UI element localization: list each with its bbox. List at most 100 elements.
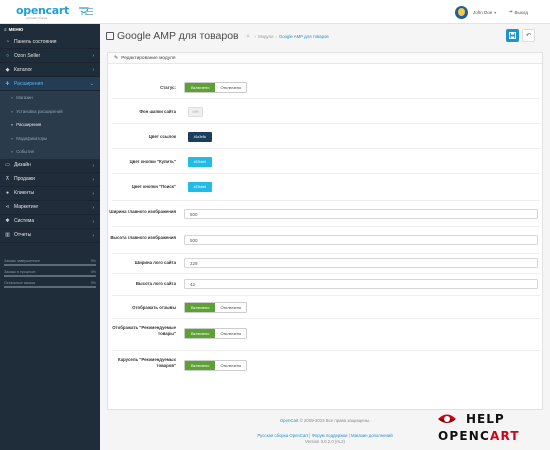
carousel-label: Карусель "Рекомендуемых товаров" [118, 357, 176, 368]
bg-color-swatch[interactable]: #ffffff [188, 107, 203, 117]
sidebar-item-label: Расширения [14, 80, 44, 87]
bar-chart-icon: ▥ [5, 232, 10, 238]
user-name[interactable]: John Doe [473, 10, 492, 15]
sidebar-item-catalog[interactable]: ◆ Каталог › [0, 63, 100, 77]
bg-color-label: Фон шапки сайта [139, 109, 176, 114]
sidebar-item-label: Ozon Seller [14, 52, 41, 59]
stat-value: 0% [90, 259, 96, 263]
main-content: Google AMP для товаров ⌂ › Модули › Goog… [100, 24, 550, 450]
footer-separator: | [348, 433, 350, 438]
sidebar-item-label: Панель состояния [14, 38, 57, 45]
link-color-label: Цвет ссылок [148, 134, 176, 139]
stat-other: Остальные заказы 0% [4, 281, 96, 288]
copyright-text: © 2009-2023 Все права защищены. [299, 418, 371, 423]
menu-title: МЕНЮ [8, 27, 24, 32]
toggle-off[interactable]: Отключено [215, 361, 247, 370]
module-icon [106, 32, 114, 40]
submenu-item-events[interactable]: » События [0, 145, 100, 159]
sidebar-item-marketing[interactable]: ⋖ Маркетинг › [0, 201, 100, 215]
recommended-toggle[interactable]: Включено Отключено [184, 328, 248, 339]
addons-store-link[interactable]: Магазин дополнений [351, 433, 393, 438]
page-header: Google AMP для товаров ⌂ › Модули › Goog… [100, 24, 550, 50]
sidebar-item-system[interactable]: ✱ Система › [0, 215, 100, 229]
edit-panel: ✎ Редактирование модуля Статус: Включено … [107, 52, 543, 410]
extensions-submenu: » Магазин » Установка расширений » Расширен… [0, 91, 100, 159]
input-value: 500 [190, 211, 198, 217]
submenu-item-store[interactable]: » Магазин [0, 91, 100, 105]
help-text: HELP [466, 412, 505, 426]
chevron-down-icon[interactable]: ▾ [494, 10, 496, 15]
divider [112, 295, 540, 296]
submenu-item-modifications[interactable]: » Модификаторы [0, 132, 100, 146]
opencart-logo[interactable]: opencart русская сборка [16, 4, 89, 20]
toggle-on[interactable]: Включено [185, 329, 216, 338]
submenu-item-installer[interactable]: » Установка расширений [0, 105, 100, 119]
save-button[interactable] [506, 29, 519, 42]
avatar[interactable] [455, 5, 468, 19]
reviews-label: Отображать отзывы [132, 305, 176, 310]
tag-icon: ◆ [5, 66, 10, 73]
carousel-toggle[interactable]: Включено Отключено [184, 360, 248, 371]
recommended-label: Отображать "Рекомендуемые товары" [112, 325, 176, 336]
logo-width-label: Ширина лого сайта [134, 260, 176, 265]
back-button[interactable]: ↶ [522, 29, 535, 42]
submenu-label: События [16, 149, 34, 155]
logo-height-input[interactable]: 42 [184, 279, 538, 289]
main-height-input[interactable]: 500 [184, 235, 538, 245]
sidebar-item-ozon[interactable]: ○ Ozon Seller › [0, 49, 100, 63]
chevron-right-icon: › [92, 204, 94, 211]
divider [112, 173, 540, 174]
sidebar-item-customers[interactable]: ● Клиенты › [0, 187, 100, 201]
pencil-icon: ✎ [114, 55, 119, 61]
sidebar-item-dashboard[interactable]: ◔ Панель состояния [0, 35, 100, 49]
ru-build-link[interactable]: Русская сборка OpenCart [257, 433, 308, 438]
logo-width-input[interactable]: 229 [184, 258, 538, 268]
hamburger-icon: ≡ [4, 27, 7, 32]
toggle-off[interactable]: Отключено [215, 329, 247, 338]
divider [112, 148, 540, 149]
toggle-on[interactable]: Включено [185, 361, 216, 370]
toggle-off[interactable]: Отключено [215, 83, 247, 92]
status-toggle[interactable]: Включено Отключено [184, 82, 248, 93]
buy-color-label: Цвет кнопки "Купить" [129, 159, 176, 164]
breadcrumb-modules[interactable]: Модули [258, 34, 273, 39]
sidebar-item-sales[interactable]: ⊼ Продажи › [0, 173, 100, 187]
breadcrumb-current[interactable]: Google AMP для товаров [279, 34, 329, 39]
opencart-text: OPENCART [438, 429, 520, 443]
logo-height-label: Высота лого сайта [135, 281, 176, 286]
reviews-toggle[interactable]: Включено Отключено [184, 302, 248, 313]
sidebar-item-extensions[interactable]: ✚ Расширения ⌄ [0, 77, 100, 91]
buy-color-swatch[interactable]: #22bbe6 [188, 157, 212, 167]
share-icon: ⋖ [5, 204, 10, 210]
stat-processing: Заказы в процессе 0% [4, 270, 96, 277]
progress-bar [4, 286, 96, 288]
cart-icon: ⊼ [5, 176, 10, 182]
search-color-swatch[interactable]: #22bbe6 [188, 182, 212, 192]
breadcrumb-separator: › [275, 33, 277, 39]
logo-subtitle: русская сборка [26, 16, 48, 20]
main-width-input[interactable]: 500 [184, 209, 538, 219]
sidebar-item-design[interactable]: ▭ Дизайн › [0, 159, 100, 173]
toggle-off[interactable]: Отключено [215, 303, 247, 312]
progress-bar [4, 264, 96, 266]
opencart-link[interactable]: OpenCart [280, 418, 299, 423]
home-icon[interactable]: ⌂ [247, 33, 250, 39]
toggle-on[interactable]: Включено [185, 83, 216, 92]
sidebar-item-label: Клиенты [14, 190, 35, 196]
support-forum-link[interactable]: Форум поддержки [312, 433, 348, 438]
save-icon [509, 32, 516, 39]
sidebar-item-label: Маркетинг [14, 204, 39, 210]
sidebar-item-reports[interactable]: ▥ Отчеты › [0, 229, 100, 243]
logout-link[interactable]: ⇥ Выход [508, 9, 528, 15]
help-emblem-icon [438, 414, 456, 423]
sidebar-item-label: Дизайн [14, 162, 31, 168]
gear-icon: ✱ [5, 218, 10, 224]
user-area: John Doe ▾ ⇥ Выход [455, 4, 528, 20]
divider [112, 350, 540, 351]
toggle-on[interactable]: Включено [185, 303, 216, 312]
submenu-item-extensions[interactable]: » Расширения [0, 118, 100, 132]
sidebar-toggle-button[interactable] [85, 8, 93, 15]
stat-label: Заказы в процессе [4, 270, 36, 274]
dashboard-icon: ◔ [5, 38, 10, 45]
link-color-swatch[interactable]: #1a3e5c [188, 132, 212, 142]
